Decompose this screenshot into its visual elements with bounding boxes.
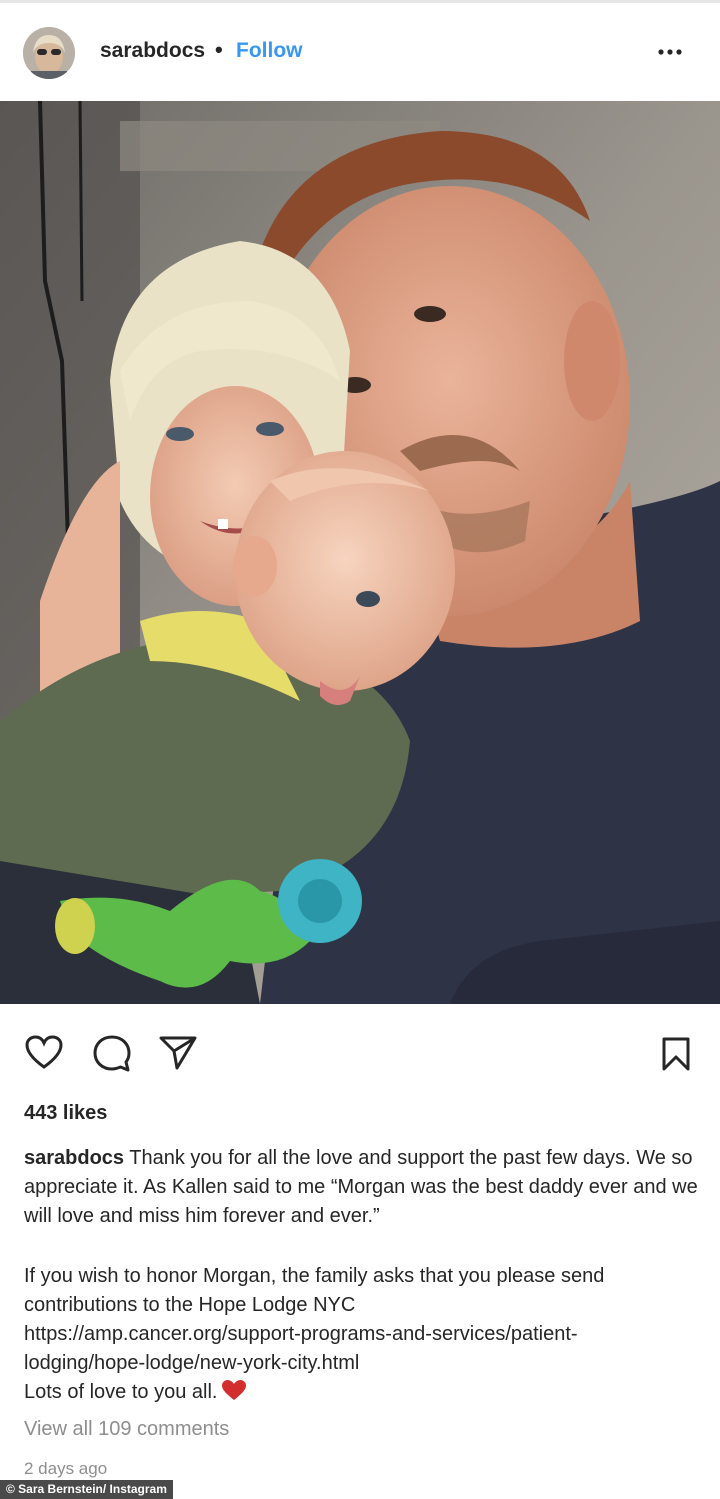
family-selfie-image	[0, 101, 720, 1004]
send-paper-plane-icon[interactable]	[158, 1034, 198, 1075]
caption-line: contributions to the Hope Lodge NYC	[24, 1294, 356, 1316]
heart-outline-icon[interactable]	[24, 1034, 64, 1075]
bookmark-outline-icon[interactable]	[660, 1036, 692, 1077]
avatar-image	[23, 27, 75, 79]
caption-link[interactable]: https://amp.cancer.org/support-programs-…	[24, 1320, 704, 1349]
caption-link[interactable]: lodging/hope-lodge/new-york-city.html	[24, 1349, 704, 1378]
post-photo[interactable]	[0, 101, 720, 1004]
likes-count[interactable]: 443 likes	[24, 1102, 107, 1125]
caption-paragraph-2: If you wish to honor Morgan, the family …	[24, 1262, 704, 1410]
caption-paragraph-1: Thank you for all the love and support t…	[24, 1147, 698, 1227]
caption: sarabdocs Thank you for all the love and…	[24, 1144, 704, 1231]
separator-dot: •	[215, 37, 223, 62]
caption-line: Lots of love to you all.	[24, 1381, 218, 1403]
post-timestamp: 2 days ago	[24, 1459, 108, 1478]
avatar[interactable]	[23, 27, 75, 79]
post-header: sarabdocs • Follow	[0, 3, 720, 101]
action-bar	[0, 1004, 720, 1094]
caption-username[interactable]: sarabdocs	[24, 1147, 124, 1169]
post-username[interactable]: sarabdocs	[100, 39, 205, 63]
more-options-icon[interactable]	[652, 39, 688, 65]
red-heart-emoji-icon	[221, 1379, 247, 1410]
follow-button[interactable]: Follow	[236, 39, 303, 63]
caption-line: If you wish to honor Morgan, the family …	[24, 1265, 605, 1287]
view-all-comments-link[interactable]: View all 109 comments	[24, 1418, 229, 1441]
caption-closing-line: Lots of love to you all.	[24, 1378, 704, 1410]
comment-bubble-icon[interactable]	[92, 1034, 132, 1077]
photo-credit: © Sara Bernstein/ Instagram	[0, 1480, 173, 1499]
